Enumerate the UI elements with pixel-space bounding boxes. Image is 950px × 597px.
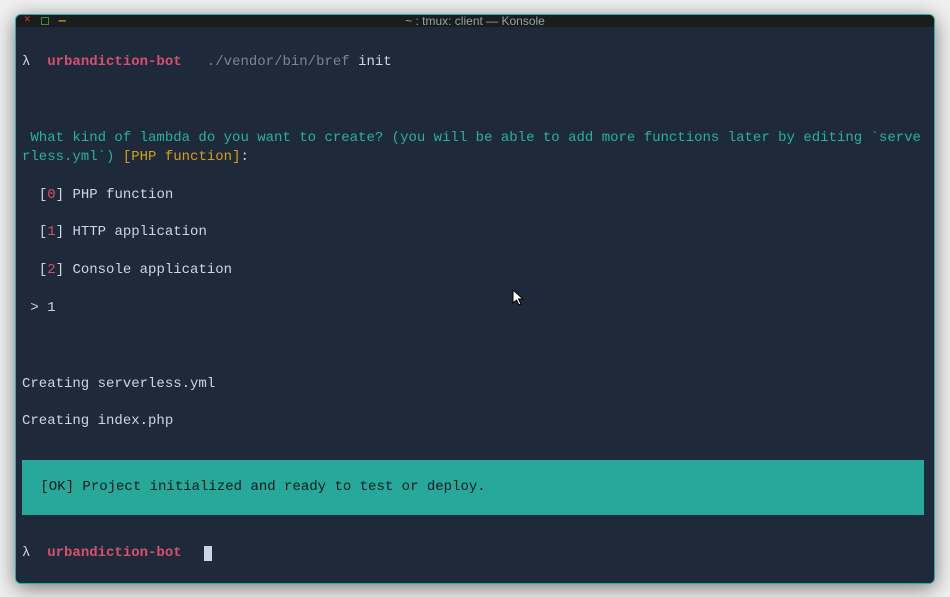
close-icon[interactable]: ✕	[24, 15, 31, 26]
command-arg: init	[358, 54, 392, 70]
titlebar-buttons: ✕ —	[24, 15, 66, 27]
question-line: What kind of lambda do you want to creat…	[22, 129, 928, 167]
option-0: [0] PHP function	[22, 186, 928, 205]
cursor-icon	[204, 546, 212, 561]
option-index-2: 2	[47, 262, 55, 278]
blank-line	[22, 91, 928, 110]
option-label-2: Console application	[72, 262, 232, 278]
terminal-area[interactable]: λ urbandiction-bot ./vendor/bin/bref ini…	[16, 27, 934, 584]
lambda-icon: λ	[22, 54, 30, 70]
titlebar[interactable]: ✕ — ~ : tmux: client — Konsole	[16, 15, 934, 27]
terminal-window: ✕ — ~ : tmux: client — Konsole λ urbandi…	[15, 14, 935, 584]
prompt-line-1: λ urbandiction-bot ./vendor/bin/bref ini…	[22, 53, 928, 72]
command-path: ./vendor/bin/bref	[207, 54, 350, 70]
blank-line-2	[22, 337, 928, 356]
creating-line-2: Creating index.php	[22, 412, 928, 431]
cwd-folder: urbandiction-bot	[47, 54, 181, 70]
user-choice: 1	[47, 300, 55, 316]
cwd-folder: urbandiction-bot	[47, 545, 181, 561]
lambda-icon: λ	[22, 545, 30, 561]
option-label-1: HTTP application	[72, 224, 206, 240]
window-title: ~ : tmux: client — Konsole	[16, 14, 934, 28]
option-label-0: PHP function	[72, 187, 173, 203]
option-index-1: 1	[47, 224, 55, 240]
option-1: [1] HTTP application	[22, 223, 928, 242]
creating-line-1: Creating serverless.yml	[22, 375, 928, 394]
input-prompt: >	[22, 300, 47, 316]
prompt-line-2[interactable]: λ urbandiction-bot	[22, 544, 928, 563]
bracket-open: [	[123, 149, 131, 165]
option-2: [2] Console application	[22, 261, 928, 280]
maximize-icon[interactable]	[41, 17, 49, 25]
ok-banner: [OK] Project initialized and ready to te…	[22, 460, 924, 515]
minimize-icon[interactable]: —	[59, 15, 66, 27]
default-option: PHP function	[131, 149, 232, 165]
option-index-0: 0	[47, 187, 55, 203]
colon: :	[240, 149, 248, 165]
user-input-line: > 1	[22, 299, 928, 318]
